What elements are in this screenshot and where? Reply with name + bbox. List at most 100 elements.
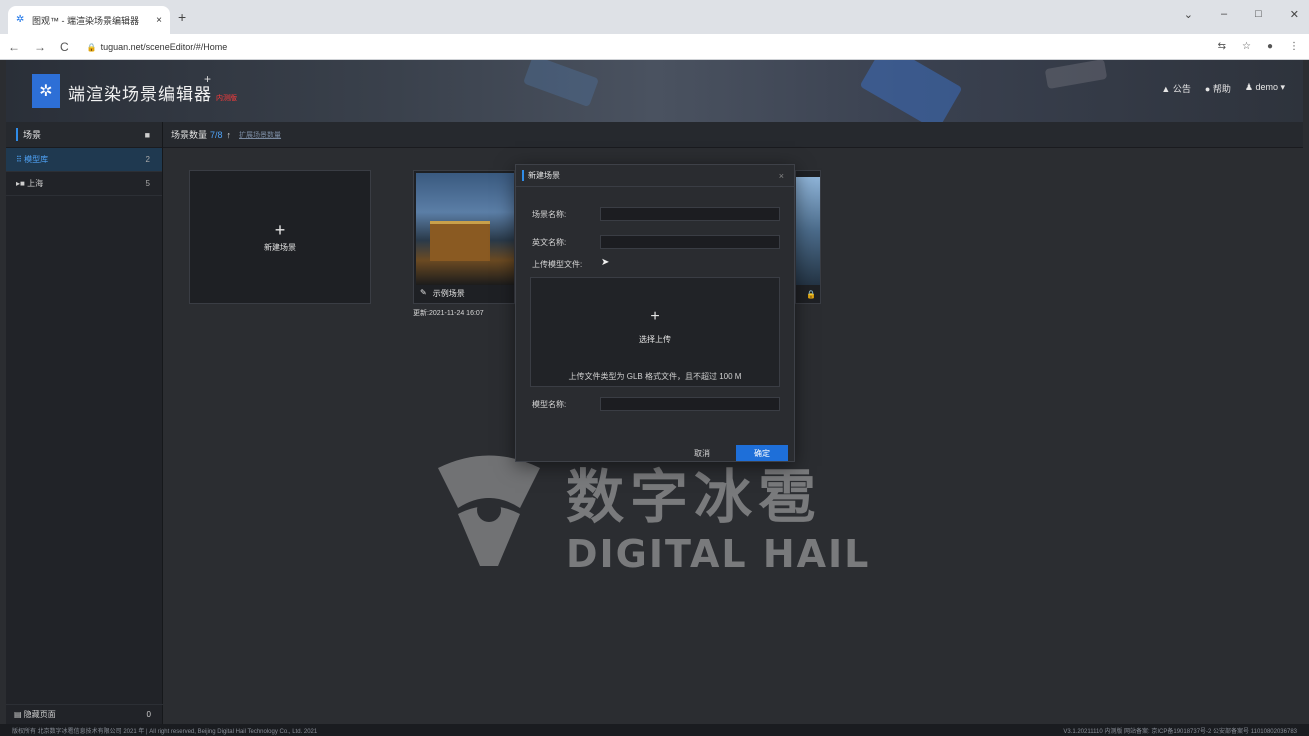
scene-name-row: 场景名称: xyxy=(532,207,780,221)
header-decoration xyxy=(522,60,600,108)
help-icon: ● xyxy=(1204,84,1211,94)
tab-close-icon[interactable]: × xyxy=(156,15,162,26)
chevron-down-icon: ▾ xyxy=(1280,82,1285,92)
grid-icon: ⠿ xyxy=(16,155,22,164)
app-title: 端渲染场景编辑器 xyxy=(68,85,212,104)
confirm-button[interactable]: 确定 xyxy=(736,445,788,461)
lock-icon: 🔒 xyxy=(86,42,97,52)
dialog-header: 新建场景 × xyxy=(516,165,794,187)
user-icon: ♟ xyxy=(1244,82,1253,92)
browser-tabbar: ✲ 图观™ - 端渲染场景编辑器 × + ⌄ – □ ✕ xyxy=(0,0,1309,34)
sidebar-item-shanghai[interactable]: ▸■ 上海 5 xyxy=(6,172,162,196)
mouse-cursor-icon: ➤ xyxy=(601,257,610,268)
minimize-button[interactable]: – xyxy=(1221,8,1227,21)
hidden-pages-count: 0 xyxy=(146,710,151,719)
bookmark-star-icon[interactable]: ☆ xyxy=(1242,41,1251,52)
upload-model-label: 上传模型文件: xyxy=(532,260,583,269)
expand-scene-link[interactable]: 扩展场景数量 xyxy=(239,130,281,140)
lock-icon: 🔒 xyxy=(806,290,816,299)
back-icon[interactable]: ← xyxy=(8,40,20,54)
sidebar-item-count: 2 xyxy=(145,155,150,164)
forward-icon[interactable]: → xyxy=(34,40,46,54)
header-decoration xyxy=(1044,60,1108,90)
url-field[interactable]: 🔒 tuguan.net/sceneEditor/#/Home xyxy=(87,42,228,52)
folder-add-icon[interactable]: ■ xyxy=(145,130,150,140)
watermark-logo-icon xyxy=(438,455,540,566)
scene-count-label: 场景数量 xyxy=(171,130,208,140)
scene-toolbar: 场景数量 7/8 ↑ 扩展场景数量 xyxy=(163,122,1303,148)
version-record-text: V3.1.20211110 内测版 网站备案: 京ICP备19018737号-2… xyxy=(1063,728,1297,735)
english-name-row: 英文名称: xyxy=(532,235,780,249)
new-scene-label: 新建场景 xyxy=(264,242,296,252)
model-name-row: 模型名称: xyxy=(532,397,780,411)
scene-updated-date: 更新:2021-11-24 16:07 xyxy=(413,310,484,317)
header-actions: ▲ 公告 ● 帮助 ♟ demo ▾ xyxy=(1161,82,1285,95)
copyright-text: 版权所有 北京数字冰雹信息技术有限公司 2021 年 | All right r… xyxy=(12,728,318,735)
folder-icon: ■ xyxy=(20,179,25,188)
version-badge: 内测版 xyxy=(216,95,237,102)
scene-thumbnail-building xyxy=(430,221,490,261)
dialog-buttons: 取消 确定 xyxy=(676,445,788,461)
scene-card[interactable]: ✎ 示例场景 xyxy=(413,170,515,304)
sidebar-title: 场景 xyxy=(16,128,41,141)
new-scene-dialog: 新建场景 × 场景名称: 英文名称: 上传模型文件: + 选择上传 上传文件类型… xyxy=(515,164,795,462)
sidebar-item-label: 上海 xyxy=(27,179,44,188)
sidebar-item-label: 模型库 xyxy=(24,155,49,164)
sidebar-footer-hidden-pages[interactable]: ▤ 隐藏页面 0 xyxy=(6,704,163,724)
plus-icon: + xyxy=(274,219,286,240)
app-logo-icon: ✲ xyxy=(32,74,60,108)
maximize-button[interactable]: □ xyxy=(1255,8,1262,21)
notice-link[interactable]: ▲ 公告 xyxy=(1161,82,1190,95)
close-icon[interactable]: × xyxy=(779,171,784,181)
sidebar-item-model-library[interactable]: ⠿ 模型库 2 xyxy=(6,148,162,172)
browser-menu-icon[interactable]: ⋮ xyxy=(1289,41,1299,52)
scene-name-input[interactable] xyxy=(600,207,780,221)
header-decoration xyxy=(859,60,963,122)
sidebar-item-count: 5 xyxy=(145,179,150,188)
edit-icon[interactable]: ✎ xyxy=(420,288,427,299)
translate-icon[interactable]: ⇆ xyxy=(1218,41,1226,52)
url-text: tuguan.net/sceneEditor/#/Home xyxy=(100,41,228,52)
sidebar-header: 场景 ■ xyxy=(6,122,162,148)
scene-thumbnail xyxy=(416,173,514,285)
bell-icon: ▲ xyxy=(1161,84,1171,94)
scene-count-value: 7/8 xyxy=(210,129,223,140)
profile-icon[interactable]: ● xyxy=(1267,41,1273,52)
expand-tabs-icon[interactable]: ⌄ xyxy=(1184,8,1193,21)
app-header: ✲ 端渲染场景编辑器 + 内测版 ▲ 公告 ● 帮助 ♟ demo ▾ xyxy=(6,60,1303,122)
new-tab-button[interactable]: + xyxy=(178,9,186,25)
new-scene-card[interactable]: + 新建场景 xyxy=(189,170,371,304)
browser-actions: ⇆ ☆ ● ⋮ xyxy=(1218,41,1299,52)
sidebar: 场景 ■ ⠿ 模型库 2 ▸■ 上海 5 ▤ 隐藏页面 0 xyxy=(6,122,163,724)
scene-thumbnail xyxy=(796,177,820,285)
arrow-up-icon: ↑ xyxy=(226,129,232,140)
help-link[interactable]: ● 帮助 xyxy=(1205,82,1231,95)
model-name-label: 模型名称: xyxy=(532,399,567,409)
upload-label: 选择上传 xyxy=(639,335,671,344)
scene-name-label: 场景名称: xyxy=(532,209,567,219)
hidden-pages-label: 隐藏页面 xyxy=(23,710,56,719)
watermark-text-en: DIGITAL HAIL xyxy=(566,532,871,576)
watermark-text-cn: 数字冰雹 xyxy=(566,463,823,531)
scene-name: 示例场景 xyxy=(432,289,465,298)
browser-tab-title: 图观™ - 端渲染场景编辑器 xyxy=(32,15,139,26)
user-menu[interactable]: ♟ demo ▾ xyxy=(1245,82,1285,95)
upload-hint: 上传文件类型为 GLB 格式文件，且不超过 100 M xyxy=(568,372,742,381)
window-controls: ⌄ – □ ✕ xyxy=(1184,8,1299,21)
scene-name-row: ✎ 示例场景 xyxy=(420,288,465,299)
english-name-input[interactable] xyxy=(600,235,780,249)
dialog-title: 新建场景 xyxy=(522,170,560,181)
hidden-pages-icon: ▤ xyxy=(14,710,22,719)
app-title-plus: + xyxy=(204,72,212,86)
cancel-button[interactable]: 取消 xyxy=(676,445,728,461)
browser-tab[interactable]: ✲ 图观™ - 端渲染场景编辑器 × xyxy=(8,6,170,34)
english-name-label: 英文名称: xyxy=(532,237,567,247)
favicon-icon: ✲ xyxy=(16,14,25,25)
upload-row: 上传模型文件: xyxy=(532,259,600,270)
model-name-input[interactable] xyxy=(600,397,780,411)
scene-card[interactable]: 🔒 xyxy=(795,170,821,304)
upload-dropzone[interactable]: + 选择上传 上传文件类型为 GLB 格式文件，且不超过 100 M xyxy=(530,277,780,387)
upload-plus-icon: + xyxy=(650,308,660,325)
reload-icon[interactable]: C xyxy=(60,40,69,54)
close-window-button[interactable]: ✕ xyxy=(1290,8,1299,21)
